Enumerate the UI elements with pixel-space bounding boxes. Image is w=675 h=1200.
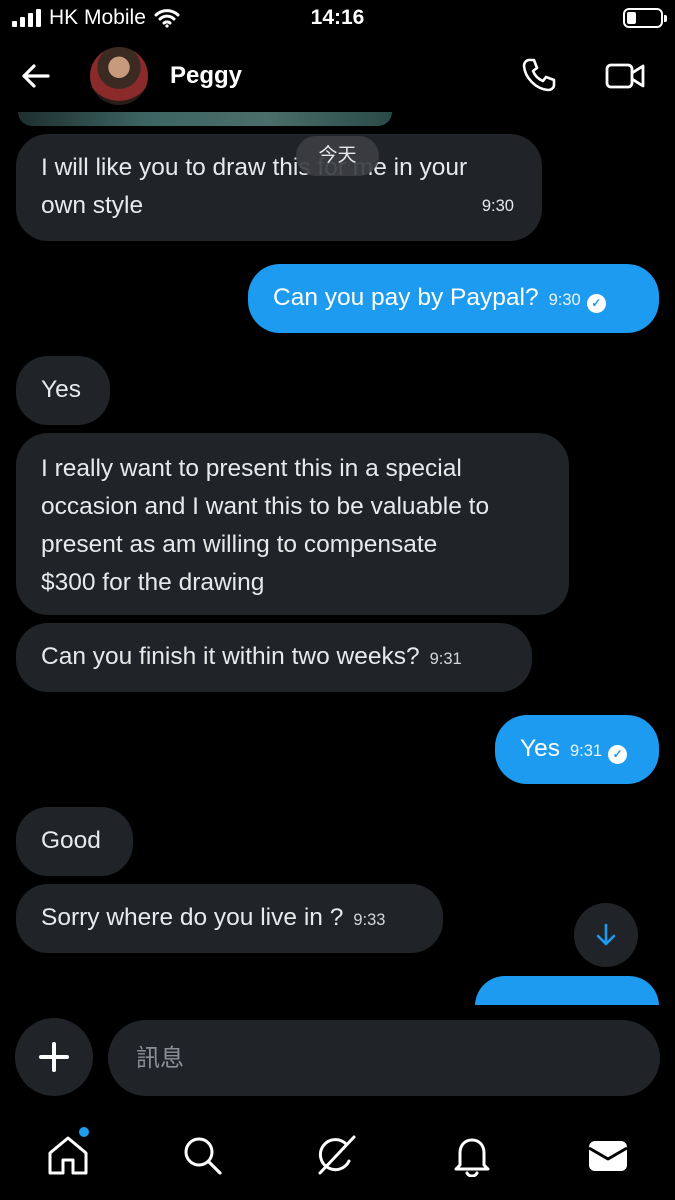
check-circle-icon: ✓ [608,745,628,764]
message-bubble-incoming[interactable]: Good [16,807,133,876]
message-text: Yes [41,376,81,403]
message-bubble-outgoing[interactable]: Can you pay by Paypal? 9:30 ✓ [248,264,659,333]
message-bubble-incoming[interactable]: I will like you to draw this for me in y… [16,134,542,241]
nav-messages[interactable] [586,1133,630,1177]
video-camera-icon[interactable] [604,58,646,94]
message-time: 9:30 [481,197,514,215]
message-text: Good [41,827,101,854]
arrow-left-icon[interactable] [18,58,54,94]
search-icon [184,1137,222,1175]
avatar[interactable] [90,47,148,105]
message-text: present as am willing to compensate [41,531,438,558]
plus-icon[interactable] [15,1018,93,1096]
nav-notifications[interactable] [450,1133,494,1178]
message-text: I really want to present this in a speci… [41,455,462,482]
status-bar: HK Mobile 14:16 [0,0,675,40]
message-input[interactable] [108,1020,660,1096]
message-time: 9:33 [353,911,386,929]
status-time: 14:16 [310,6,365,29]
message-text: Sorry where do you live in ? [41,904,344,931]
message-bubble-incoming[interactable]: Can you finish it within two weeks? 9:31 [16,623,532,692]
message-text: Can you finish it within two weeks? [41,643,420,670]
bell-icon [454,1138,490,1178]
message-bubble-incoming[interactable]: I really want to present this in a speci… [16,433,569,615]
day-separator: 今天 [296,136,379,176]
message-text: own style [41,192,144,219]
message-text: $300 for the drawing [41,569,265,596]
battery-icon [623,8,667,28]
message-time: 9:30 [548,291,581,309]
message-bubble-outgoing[interactable]: Yes 9:31 ✓ [495,715,659,784]
home-icon [48,1136,88,1175]
bottom-navigation [0,1115,675,1200]
message-list[interactable]: 今天 I will like you to draw this for me i… [0,112,675,1005]
image-attachment[interactable] [18,112,392,126]
message-bubble-outgoing-partial[interactable] [475,976,659,1005]
conversation-header: Peggy [0,40,675,112]
nav-grok[interactable] [314,1133,358,1177]
message-text: I will like you to draw this for me in y… [41,154,468,181]
grok-icon [318,1135,356,1175]
message-bubble-incoming[interactable]: Yes [16,356,110,425]
message-time: 9:31 [429,650,462,668]
message-text: Yes [520,735,560,762]
nav-search[interactable] [180,1133,224,1177]
phone-icon[interactable] [520,56,558,94]
message-text: Can you pay by Paypal? [273,284,539,311]
message-time: 9:31 [569,742,603,760]
nav-home[interactable] [46,1127,90,1177]
scroll-to-bottom-button[interactable] [574,903,638,967]
unread-dot [79,1127,89,1137]
mail-icon [588,1141,628,1171]
check-circle-icon: ✓ [586,294,606,313]
message-text: occasion and I want this to be valuable … [41,493,490,520]
composer-bar [0,1005,675,1115]
arrow-down-icon [596,923,616,946]
contact-name[interactable]: Peggy [170,62,242,90]
message-bubble-incoming[interactable]: Sorry where do you live in ? 9:33 [16,884,443,953]
